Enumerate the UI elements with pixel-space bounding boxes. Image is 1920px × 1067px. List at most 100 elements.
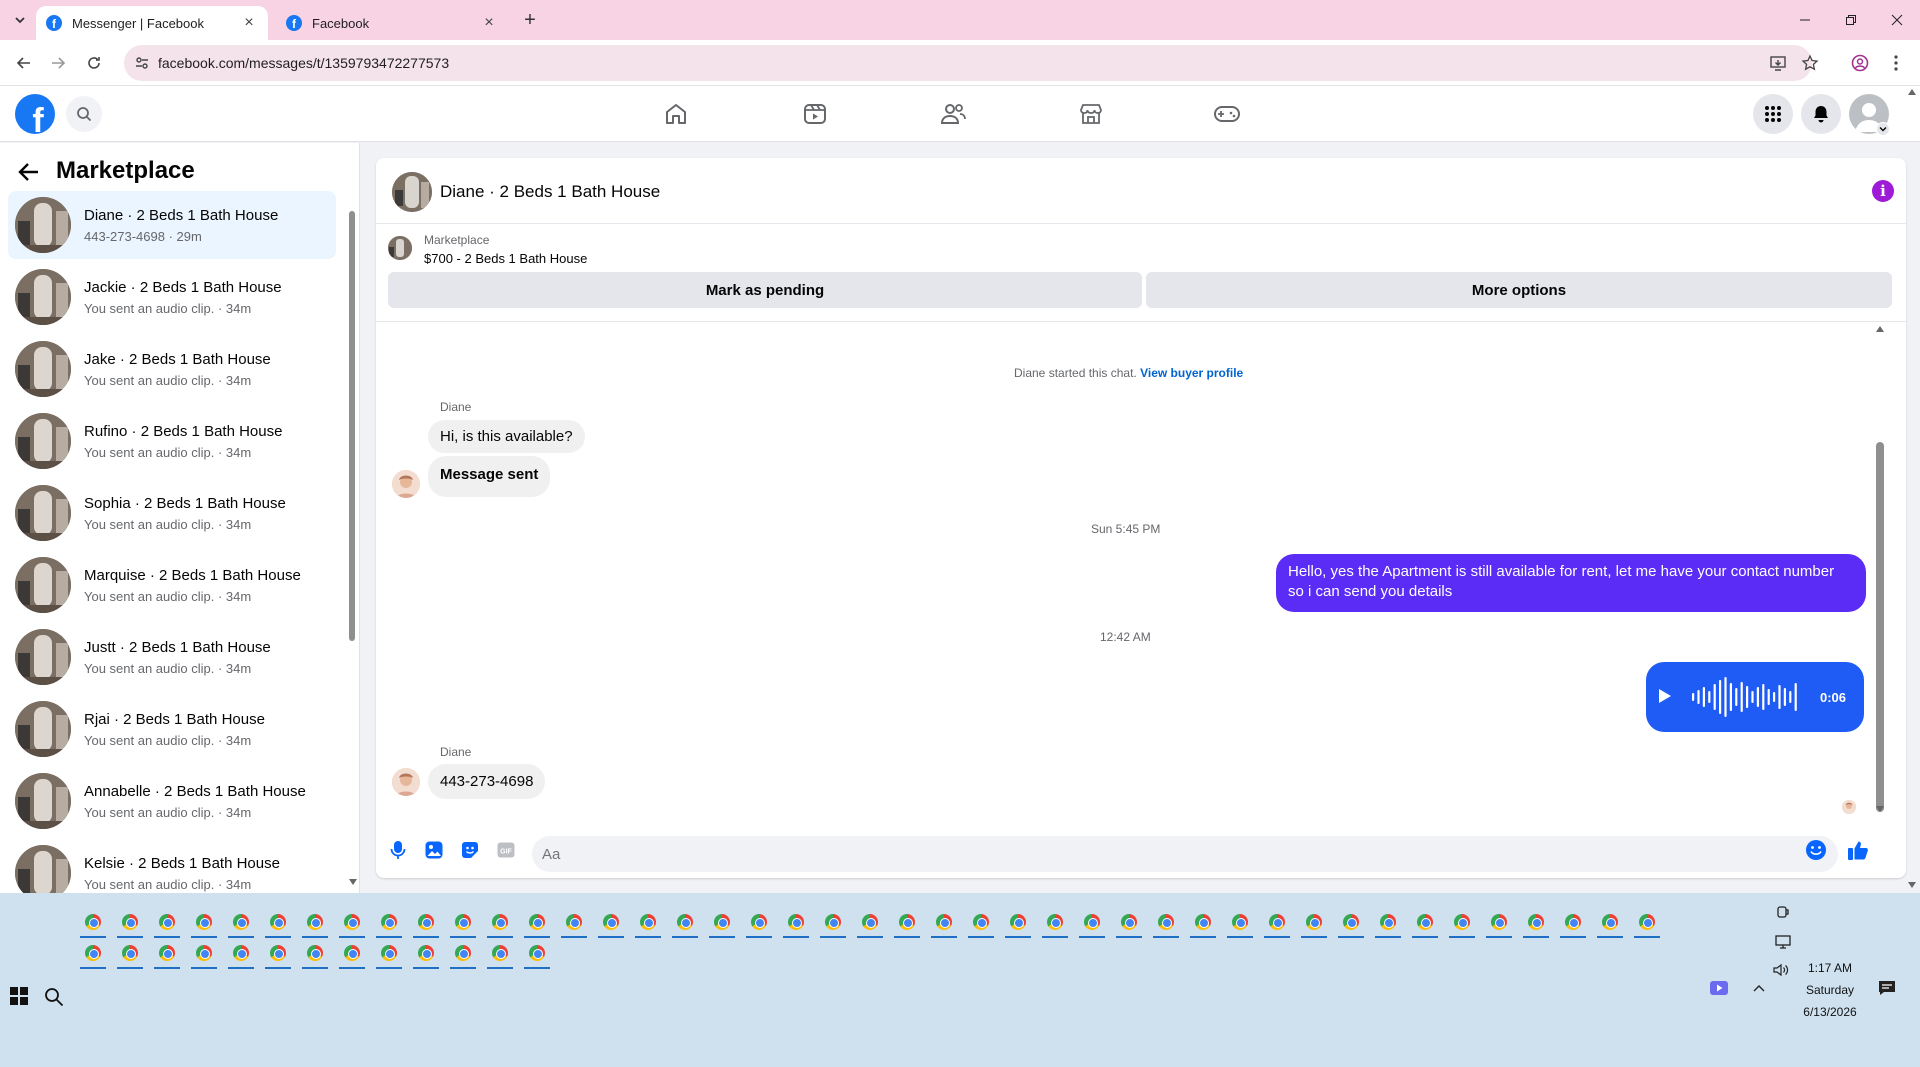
chevron-up-icon[interactable] xyxy=(1748,977,1770,999)
conversation-item[interactable]: Kelsie · 2 Beds 1 Bath House You sent an … xyxy=(8,839,336,893)
thumbs-up-icon[interactable] xyxy=(1846,838,1870,862)
chrome-taskbar-icon[interactable] xyxy=(376,909,402,938)
marketplace-icon[interactable] xyxy=(1035,94,1147,134)
chrome-taskbar-icon[interactable] xyxy=(1412,909,1438,938)
restore-button[interactable] xyxy=(1828,6,1874,34)
account-chevron-down-icon[interactable] xyxy=(1876,122,1890,136)
tab-messenger[interactable]: f Messenger | Facebook × xyxy=(36,6,268,40)
system-clock[interactable]: 1:17 AM Saturday 6/13/2026 xyxy=(1790,957,1870,1023)
listing-price-title[interactable]: $700 - 2 Beds 1 Bath House xyxy=(424,251,587,266)
listing-thumbnail[interactable] xyxy=(388,236,412,260)
chrome-taskbar-icon[interactable] xyxy=(968,909,994,938)
chat-scroll-down-arrow-icon[interactable] xyxy=(1876,806,1884,812)
chrome-taskbar-icon[interactable] xyxy=(1634,909,1660,938)
chrome-taskbar-icon[interactable] xyxy=(1597,909,1623,938)
chrome-taskbar-icon[interactable] xyxy=(228,909,254,938)
notifications-bell-icon[interactable] xyxy=(1801,94,1841,134)
site-info-icon[interactable] xyxy=(134,55,150,71)
chrome-taskbar-icon[interactable] xyxy=(80,909,106,938)
chrome-taskbar-icon[interactable] xyxy=(487,909,513,938)
chrome-taskbar-icon[interactable] xyxy=(783,909,809,938)
chat-avatar[interactable] xyxy=(392,172,432,212)
address-bar[interactable]: facebook.com/messages/t/1359793472277573 xyxy=(124,45,1819,81)
friends-icon[interactable] xyxy=(897,94,1009,134)
back-icon[interactable] xyxy=(12,51,36,75)
volume-icon[interactable] xyxy=(1770,959,1792,981)
chrome-taskbar-icon[interactable] xyxy=(857,909,883,938)
sidebar-scroll-thumb[interactable] xyxy=(349,211,355,641)
chrome-taskbar-icon[interactable] xyxy=(413,909,439,938)
conversation-item[interactable]: Sophia · 2 Beds 1 Bath House You sent an … xyxy=(8,479,336,547)
tab-search-dropdown-icon[interactable] xyxy=(8,8,32,32)
audio-message[interactable]: 0:06 xyxy=(1646,662,1864,732)
chrome-taskbar-icon[interactable] xyxy=(1560,909,1586,938)
incoming-message[interactable]: Message sent xyxy=(428,456,551,497)
sender-avatar[interactable] xyxy=(392,768,420,796)
bookmark-star-icon[interactable] xyxy=(1798,51,1822,75)
photo-attach-icon[interactable] xyxy=(422,838,446,862)
chrome-taskbar-icon[interactable] xyxy=(524,909,550,938)
chrome-taskbar-icon[interactable] xyxy=(117,909,143,938)
meet-now-icon[interactable] xyxy=(1708,977,1730,999)
sender-avatar[interactable] xyxy=(392,470,420,498)
chrome-taskbar-icon[interactable] xyxy=(265,940,291,969)
chrome-taskbar-icon[interactable] xyxy=(1449,909,1475,938)
chrome-taskbar-icon[interactable] xyxy=(191,909,217,938)
chrome-taskbar-icon[interactable] xyxy=(672,909,698,938)
conversation-item[interactable]: Rjai · 2 Beds 1 Bath House You sent an au… xyxy=(8,695,336,763)
conversation-item[interactable]: Jake · 2 Beds 1 Bath House You sent an au… xyxy=(8,335,336,403)
tab-facebook[interactable]: f Facebook × xyxy=(276,6,508,40)
scroll-down-arrow-icon[interactable] xyxy=(349,879,357,885)
conversation-item[interactable]: Diane · 2 Beds 1 Bath House 443-273-4698 … xyxy=(8,191,336,259)
info-icon[interactable]: i xyxy=(1872,180,1894,202)
chrome-taskbar-icon[interactable] xyxy=(339,909,365,938)
microphone-icon[interactable] xyxy=(386,838,410,862)
close-tab-icon[interactable]: × xyxy=(480,14,498,32)
video-icon[interactable] xyxy=(759,94,871,134)
install-app-icon[interactable] xyxy=(1766,51,1790,75)
more-options-button[interactable]: More options xyxy=(1146,272,1892,308)
new-tab-button[interactable]: + xyxy=(518,8,542,32)
chrome-taskbar-icon[interactable] xyxy=(635,909,661,938)
chrome-taskbar-icon[interactable] xyxy=(302,909,328,938)
device-icon[interactable] xyxy=(1772,901,1794,923)
back-arrow-icon[interactable] xyxy=(18,161,40,183)
chrome-taskbar-icon[interactable] xyxy=(931,909,957,938)
incoming-message[interactable]: 443-273-4698 xyxy=(428,764,546,799)
sticker-icon[interactable] xyxy=(458,838,482,862)
conversation-item[interactable]: Marquise · 2 Beds 1 Bath House You sent a… xyxy=(8,551,336,619)
chrome-taskbar-icon[interactable] xyxy=(154,909,180,938)
chrome-taskbar-icon[interactable] xyxy=(746,909,772,938)
chrome-taskbar-icon[interactable] xyxy=(1264,909,1290,938)
conversation-item[interactable]: Annabelle · 2 Beds 1 Bath House You sent … xyxy=(8,767,336,835)
chrome-taskbar-icon[interactable] xyxy=(191,940,217,969)
chrome-taskbar-icon[interactable] xyxy=(1486,909,1512,938)
minimize-button[interactable] xyxy=(1782,6,1828,34)
gif-icon[interactable]: GIF xyxy=(494,838,518,862)
conversation-item[interactable]: Justt · 2 Beds 1 Bath House You sent an a… xyxy=(8,623,336,691)
chrome-taskbar-icon[interactable] xyxy=(1190,909,1216,938)
notification-center-icon[interactable] xyxy=(1876,977,1898,999)
chrome-taskbar-icon[interactable] xyxy=(1153,909,1179,938)
home-icon[interactable] xyxy=(620,94,732,134)
facebook-logo-icon[interactable]: f xyxy=(15,94,55,134)
chrome-taskbar-icon[interactable] xyxy=(709,909,735,938)
chrome-taskbar-icon[interactable] xyxy=(376,940,402,969)
chrome-taskbar-icon[interactable] xyxy=(450,909,476,938)
page-scroll-up-arrow-icon[interactable] xyxy=(1908,89,1916,95)
taskbar-search-icon[interactable] xyxy=(44,987,64,1007)
forward-icon[interactable] xyxy=(46,51,70,75)
chrome-taskbar-icon[interactable] xyxy=(265,909,291,938)
chrome-taskbar-icon[interactable] xyxy=(1116,909,1142,938)
chrome-taskbar-icon[interactable] xyxy=(561,909,587,938)
emoji-icon[interactable] xyxy=(1804,838,1828,862)
conversation-item[interactable]: Jackie · 2 Beds 1 Bath House You sent an … xyxy=(8,263,336,331)
conversation-item[interactable]: Rufino · 2 Beds 1 Bath House You sent an … xyxy=(8,407,336,475)
profile-icon[interactable] xyxy=(1848,51,1872,75)
chrome-taskbar-icon[interactable] xyxy=(339,940,365,969)
chrome-taskbar-icon[interactable] xyxy=(302,940,328,969)
network-icon[interactable] xyxy=(1772,931,1794,953)
chrome-taskbar-icon[interactable] xyxy=(487,940,513,969)
play-icon[interactable] xyxy=(1658,688,1672,704)
outgoing-message[interactable]: Hello, yes the Apartment is still availa… xyxy=(1276,554,1866,612)
